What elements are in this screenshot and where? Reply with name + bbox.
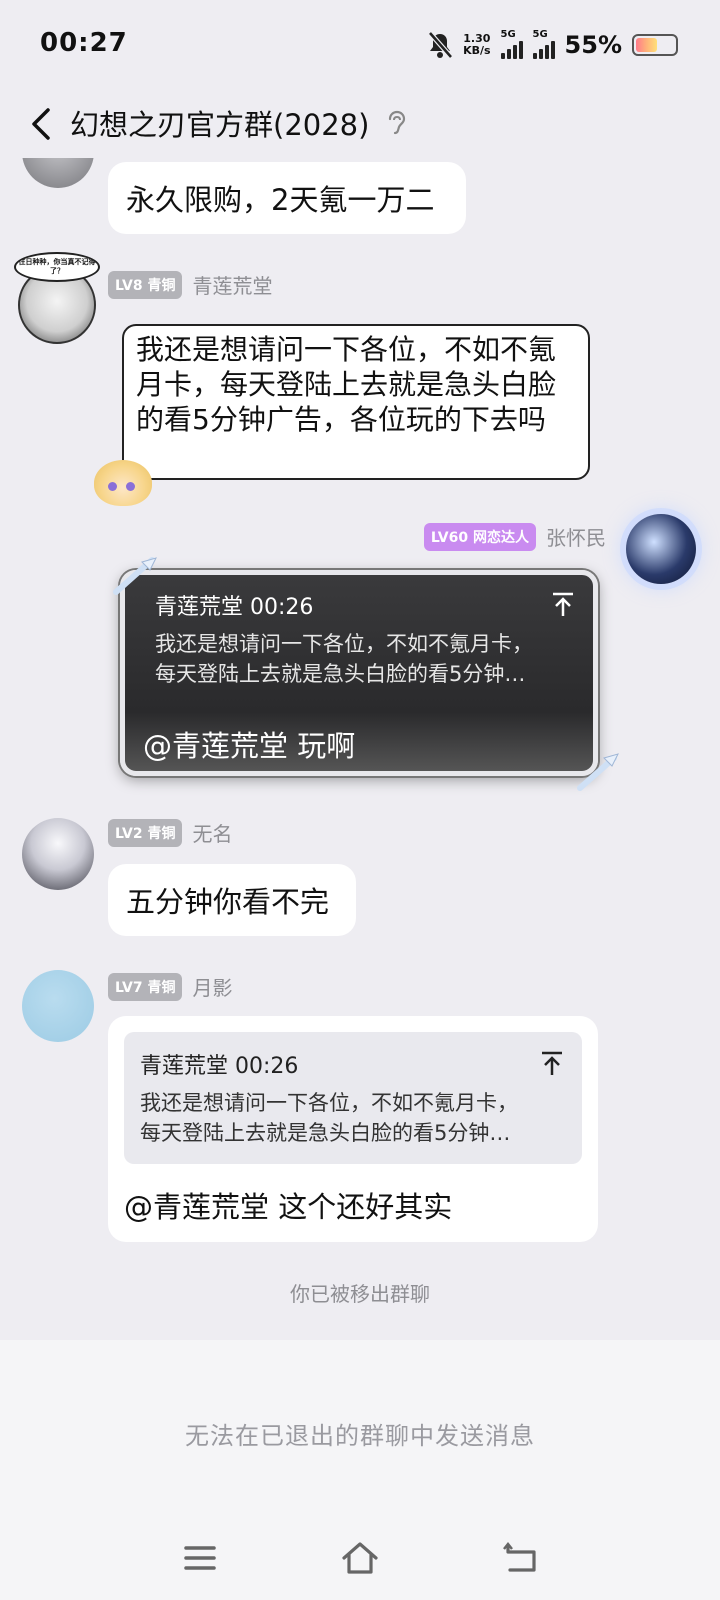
quote-body: 我还是想请问一下各位，不如不氪月卡， 每天登陆上去就是急头白脸的看5分钟… [140, 1088, 518, 1148]
net-speed: 1.30 KB/s [463, 33, 490, 57]
quote-line: 我还是想请问一下各位，不如不氪月卡， [140, 1091, 518, 1115]
net-speed-unit: KB/s [463, 44, 491, 57]
quote-body: 我还是想请问一下各位，不如不氪月卡， 每天登陆上去就是急头白脸的看5分钟… [155, 629, 533, 689]
back-arrow-icon[interactable] [26, 104, 62, 144]
sender-meta: LV60 网恋达人 张怀民 [423, 522, 606, 551]
jump-to-top-icon[interactable] [540, 1050, 564, 1076]
quote-line: 每天登陆上去就是急头白脸的看5分钟… [140, 1121, 511, 1145]
disabled-input-hint: 无法在已退出的群聊中发送消息 [185, 1422, 535, 1450]
avatar[interactable] [22, 970, 94, 1042]
sim2-label: 5G [532, 29, 548, 40]
status-bar: 00:27 1.30 KB/s 5G 5G 55% [0, 0, 720, 90]
level-badge: LV7 青铜 [108, 972, 183, 1001]
bubble-mascot-decoration [94, 460, 152, 506]
chat-header: 幻想之刃官方群(2028) [0, 90, 720, 158]
message-bubble[interactable]: 五分钟你看不完 [108, 864, 356, 936]
back-icon[interactable] [500, 1540, 540, 1576]
sparkle-decoration [577, 753, 619, 791]
quote-header: 青莲荒堂 00:26 [155, 595, 314, 620]
sender-meta: LV8 青铜 青莲荒堂 [108, 270, 272, 299]
quote-line: 每天登陆上去就是急头白脸的看5分钟… [155, 662, 526, 686]
menu-icon[interactable] [180, 1540, 220, 1576]
message-bubble[interactable]: 我还是想请问一下各位，不如不氪月卡，每天登陆上去就是急头白脸的看5分钟广告，各位… [122, 324, 590, 480]
sender-name[interactable]: 张怀民 [546, 522, 606, 551]
message-text: 永久限购，2天氪一万二 [126, 183, 435, 217]
quote-reply-bubble[interactable]: 青莲荒堂 00:26 我还是想请问一下各位，不如不氪月卡， 每天登陆上去就是急头… [108, 1016, 598, 1242]
avatar[interactable] [626, 514, 696, 584]
sender-meta: LV2 青铜 无名 [108, 818, 232, 847]
level-badge: LV60 网恋达人 [423, 522, 536, 551]
avatar[interactable] [22, 818, 94, 890]
sim1-label: 5G [500, 29, 516, 40]
message-bubble[interactable]: 永久限购，2天氪一万二 [108, 162, 466, 234]
home-icon[interactable] [340, 1540, 380, 1576]
quote-line: 我还是想请问一下各位，不如不氪月卡， [155, 632, 533, 656]
input-disabled-area: 无法在已退出的群聊中发送消息 [0, 1340, 720, 1600]
avatar-caption: 往日种种，你当真不记得了？ [18, 258, 96, 275]
status-icons: 1.30 KB/s 5G 5G 55% [427, 28, 678, 62]
signal-icon: 5G [532, 29, 555, 59]
signal-icon: 5G [500, 29, 523, 59]
message-text: @青莲荒堂 玩啊 [143, 729, 356, 763]
quote-reply-bubble[interactable]: 青莲荒堂 00:26 我还是想请问一下各位，不如不氪月卡， 每天登陆上去就是急头… [120, 570, 598, 776]
group-title[interactable]: 幻想之刃官方群(2028) [70, 102, 369, 144]
avatar-speech-bubble: 往日种种，你当真不记得了？ [14, 252, 100, 282]
mute-bell-icon [428, 31, 453, 59]
level-badge: LV8 青铜 [108, 270, 183, 299]
sparkle-decoration [113, 557, 157, 595]
battery-percent: 55% [564, 31, 622, 59]
battery-icon [632, 34, 678, 56]
quote-header: 青莲荒堂 00:26 [140, 1054, 299, 1079]
ear-icon[interactable] [384, 108, 408, 138]
sender-meta: LV7 青铜 月影 [108, 972, 232, 1001]
status-time: 00:27 [40, 28, 128, 58]
quoted-message[interactable]: 青莲荒堂 00:26 我还是想请问一下各位，不如不氪月卡， 每天登陆上去就是急头… [124, 1032, 582, 1164]
message-text: 五分钟你看不完 [126, 885, 330, 919]
sender-name[interactable]: 青莲荒堂 [192, 270, 272, 299]
level-badge: LV2 青铜 [108, 818, 183, 847]
jump-to-top-icon[interactable] [551, 591, 575, 617]
battery-fill [636, 38, 657, 52]
message-text: @青莲荒堂 这个还好其实 [124, 1190, 453, 1224]
message-text: 我还是想请问一下各位，不如不氪月卡，每天登陆上去就是急头白脸的看5分钟广告，各位… [136, 333, 557, 436]
sender-name[interactable]: 无名 [192, 818, 232, 847]
sender-name[interactable]: 月影 [192, 972, 232, 1001]
system-message: 你已被移出群聊 [290, 1282, 430, 1306]
